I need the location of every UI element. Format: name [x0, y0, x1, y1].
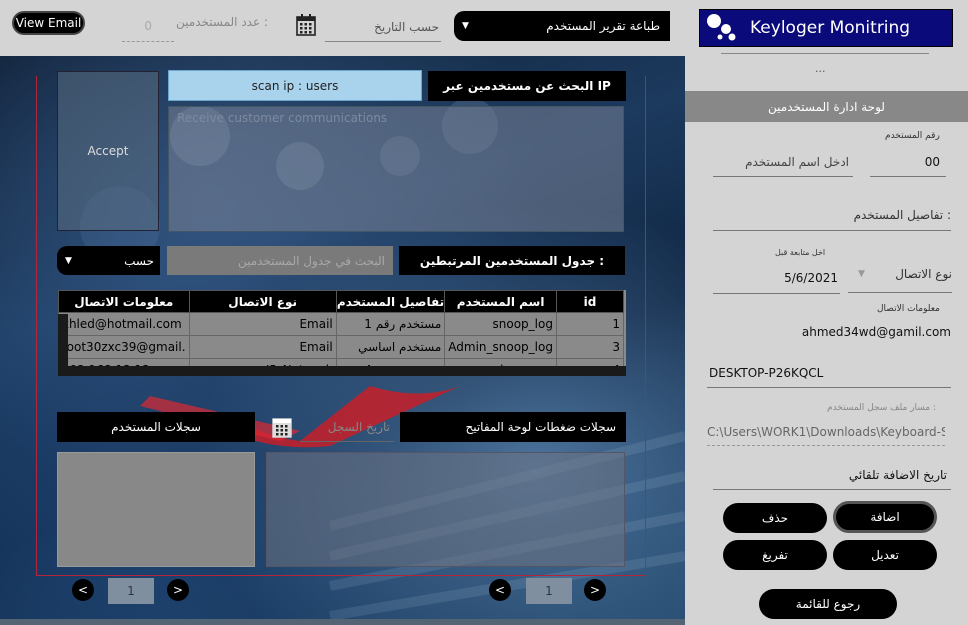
edit-button[interactable]: تعديل: [833, 540, 937, 570]
user-details-label: تفاصيل المستخدم :: [853, 207, 951, 222]
horizontal-scrollbar[interactable]: [58, 366, 626, 376]
table-row[interactable]: root30zxc39@gmail. Email مستخدم اساسي Ad…: [58, 335, 625, 359]
communications-textarea[interactable]: Receive customer communications: [168, 106, 624, 232]
column-header[interactable]: id: [555, 290, 625, 313]
log-path-value: C:\Users\WORK1\Downloads\Keyboard-Snoc: [707, 424, 945, 439]
bottom-strip: [0, 619, 685, 625]
users-search-input[interactable]: البحث في جدول المستخدمين: [167, 246, 393, 275]
back-to-list-button[interactable]: رجوع للقائمة: [759, 589, 897, 619]
log-path-field[interactable]: C:\Users\WORK1\Downloads\Keyboard-Snoc: [707, 418, 945, 446]
table-cell: 3: [555, 335, 625, 359]
table-cell: Admin_snoop_log: [444, 335, 557, 359]
page-number-left: 1: [108, 578, 154, 604]
date-filter-input[interactable]: حسب التاريخ: [325, 12, 441, 42]
page-number-right: 1: [526, 578, 572, 604]
user-management-panel: Keyloger Monitring ... لوحة ادارة المستخ…: [685, 0, 968, 625]
keystrokes-label: سجلات ضغطات لوحة المفاتيح: [400, 412, 626, 442]
prev-page-button-right[interactable]: <: [489, 579, 511, 601]
panel-title: لوحة ادارة المستخدمين: [685, 91, 968, 122]
column-header[interactable]: نوع الاتصال: [188, 290, 337, 313]
follow-date-label: اخل متابعة قبل: [775, 248, 826, 257]
table-cell: 1: [555, 312, 625, 336]
table-cell: مستخدم رقم 1: [335, 312, 446, 336]
red-frame-left: [36, 76, 37, 576]
log-path-label: مسار ملف سجل المستخدم :: [827, 403, 937, 413]
app-title: Keyloger Monitring: [750, 18, 911, 38]
column-header[interactable]: معلومات الاتصال: [58, 290, 190, 313]
vertical-scrollbar[interactable]: [58, 314, 68, 376]
user-count-value: 0: [122, 14, 174, 42]
ip-search-label: البحث عن مستخدمين عبر IP: [428, 71, 626, 101]
table-cell: snoop_log: [444, 312, 557, 336]
auto-date-label: تاريخ الاضافة تلقائي: [848, 467, 947, 482]
chevron-down-icon: ▼: [462, 21, 469, 31]
device-value: DESKTOP-P26KQCL: [709, 365, 824, 380]
calendar-icon: [272, 418, 292, 438]
user-details-input[interactable]: تفاصيل المستخدم :: [713, 199, 951, 231]
clear-button[interactable]: تفريغ: [723, 540, 827, 570]
next-page-button-right[interactable]: >: [584, 579, 606, 601]
users-search-placeholder: البحث في جدول المستخدمين: [237, 253, 385, 268]
follow-date-field[interactable]: 5/6/2021: [713, 262, 840, 294]
users-table: معلومات الاتصال نوع الاتصال تفاصيل المست…: [58, 290, 626, 376]
conn-info-value: ahmed34wd@gamil.com: [801, 325, 951, 339]
conn-type-dropdown[interactable]: ▼ نوع الاتصال: [848, 255, 952, 293]
accept-panel[interactable]: Accept: [57, 71, 159, 231]
user-no-field[interactable]: 00: [870, 147, 946, 177]
user-name-input[interactable]: ادخل اسم المستخدم: [713, 147, 853, 177]
print-report-dropdown[interactable]: ▼ طباعة تقرير المستخدم: [454, 11, 670, 41]
red-frame-right: [645, 76, 646, 576]
next-page-button-left[interactable]: >: [167, 579, 189, 601]
conn-type-label: نوع الاتصال: [895, 266, 952, 281]
view-email-button[interactable]: View Email: [12, 11, 85, 35]
user-logs-label: سجلات المستخدم: [57, 412, 255, 442]
table-header-row: معلومات الاتصال نوع الاتصال تفاصيل المست…: [58, 290, 625, 313]
user-no-label: رقم المستخدم: [885, 131, 940, 141]
header-divider: [721, 53, 929, 54]
table-cell: khled@hotmail.com: [58, 312, 190, 336]
accept-label: Accept: [87, 144, 129, 158]
auto-date-field[interactable]: تاريخ الاضافة تلقائي: [713, 460, 951, 490]
scan-ip-button[interactable]: scan ip : users: [168, 70, 422, 101]
user-count-label: عدد المستخدمين :: [176, 15, 268, 29]
table-cell: مستخدم اساسي: [335, 335, 446, 359]
device-field[interactable]: DESKTOP-P26KQCL: [707, 358, 951, 388]
log-date-input[interactable]: تاريخ السجل: [300, 412, 394, 442]
add-button[interactable]: اضافة: [833, 501, 937, 533]
sort-dropdown[interactable]: ▼ حسب: [57, 246, 160, 275]
users-table-title: جدول المستخدمين المرتبطين :: [399, 246, 625, 275]
print-report-label: طباعة تقرير المستخدم: [546, 19, 660, 33]
user-name-placeholder: ادخل اسم المستخدم: [745, 154, 849, 169]
prev-page-button-left[interactable]: <: [72, 579, 94, 601]
delete-button[interactable]: حذف: [723, 503, 827, 533]
user-logs-list[interactable]: [57, 452, 255, 567]
log-date-placeholder: تاريخ السجل: [327, 419, 390, 434]
chevron-down-icon: ▼: [858, 268, 865, 279]
column-header[interactable]: تفاصيل المستخدم: [335, 290, 446, 313]
sort-label: حسب: [124, 253, 154, 268]
red-frame-bottom: [36, 575, 646, 576]
table-cell: Email: [188, 312, 337, 336]
table-cell: root30zxc39@gmail.: [58, 335, 190, 359]
column-header[interactable]: اسم المستخدم: [444, 290, 557, 313]
follow-date-value: 5/6/2021: [784, 270, 838, 285]
conn-info-label: معلومات الاتصال: [877, 304, 940, 314]
user-no-value: 00: [924, 154, 940, 169]
keystrokes-log-area[interactable]: [266, 452, 625, 567]
top-bar: View Email 0 عدد المستخدمين : حسب التاري…: [0, 0, 685, 56]
table-cell: Email: [188, 335, 337, 359]
date-filter-placeholder: حسب التاريخ: [374, 19, 439, 34]
app-subtitle: ...: [815, 62, 826, 75]
communications-placeholder: Receive customer communications: [177, 111, 388, 125]
table-row[interactable]: khled@hotmail.com Email مستخدم رقم 1 sno…: [58, 312, 625, 336]
log-date-calendar-icon[interactable]: [272, 416, 292, 438]
calendar-icon[interactable]: [296, 14, 316, 36]
app-logo-icon: [704, 11, 742, 45]
chevron-down-icon: ▼: [65, 255, 72, 266]
app-header: Keyloger Monitring: [699, 9, 953, 47]
conn-info-field[interactable]: ahmed34wd@gamil.com: [802, 318, 951, 346]
